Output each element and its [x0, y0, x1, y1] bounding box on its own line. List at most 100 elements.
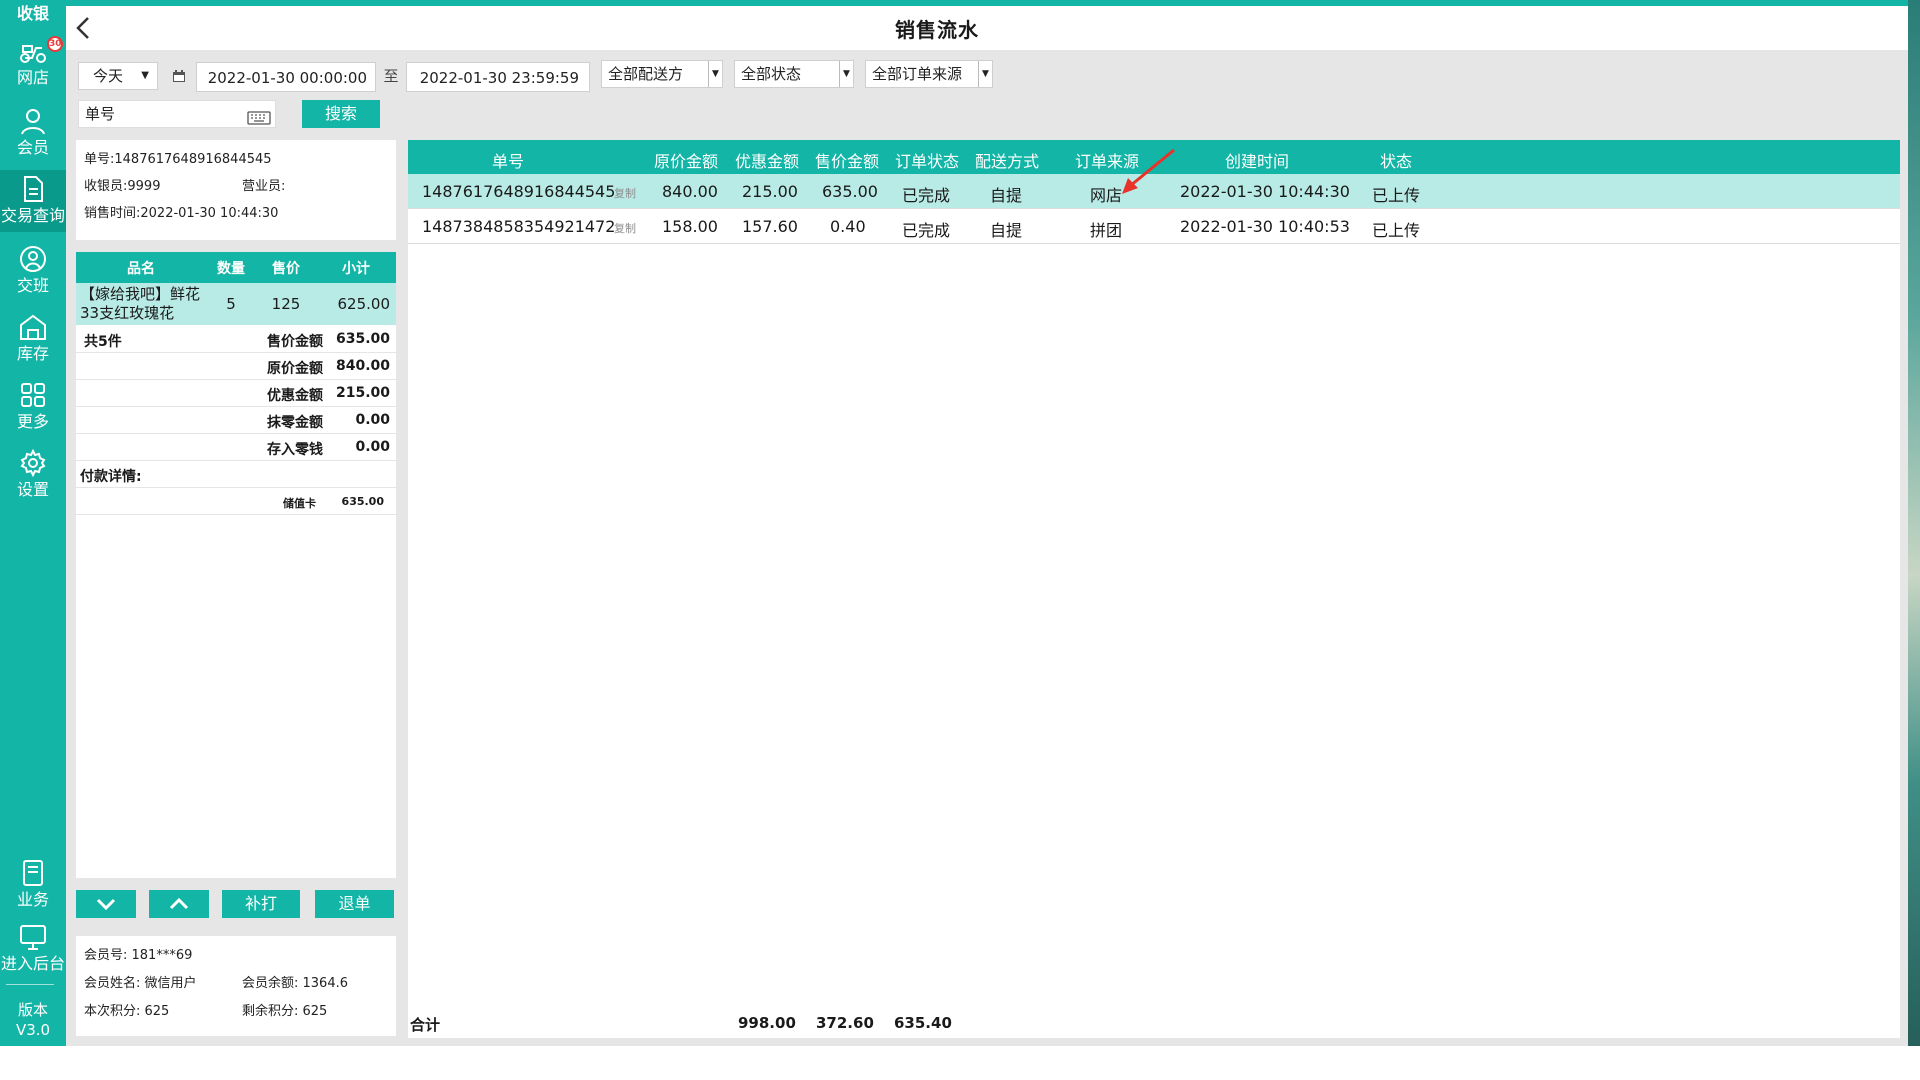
annotation-arrow-icon — [1122, 148, 1175, 194]
summary-value: 840.00 — [335, 358, 390, 374]
payment-row: 储值卡 635.00 — [76, 488, 396, 515]
totals-row: 合计 998.00 372.60 635.40 — [408, 1010, 1900, 1038]
column-header: 品名 — [127, 261, 155, 277]
member-balance: 会员余额: 1364.6 — [242, 976, 348, 991]
summary-row-rounding: 抹零金额 0.00 — [76, 407, 396, 434]
payment-amount: 635.00 — [341, 495, 384, 508]
column-header: 售价金额 — [815, 152, 880, 171]
column-header: 创建时间 — [1225, 152, 1290, 171]
source-cell: 拼团 — [1090, 221, 1123, 240]
sidebar-item-online-store[interactable]: 网店 30 — [0, 36, 66, 92]
column-header: 数量 — [217, 261, 245, 277]
item-subtotal: 625.00 — [337, 295, 391, 313]
order-no-cell: 1487384858354921472 — [422, 217, 616, 236]
order-info-panel: 单号:1487617648916844545 收银员:9999 营业员: 销售时… — [76, 140, 396, 240]
original-cell: 158.00 — [662, 217, 718, 236]
salesperson: 营业员: — [242, 179, 286, 194]
member-panel: 会员号: 181***69 会员姓名: 微信用户 会员余额: 1364.6 本次… — [76, 936, 396, 1036]
status-value: 全部状态 — [741, 65, 802, 83]
delivery-select[interactable]: 全部配送方 ▼ — [601, 60, 723, 88]
book-icon — [18, 858, 48, 888]
sidebar-item-backend[interactable]: 进入后台 — [0, 922, 66, 978]
summary-value: 0.00 — [355, 412, 390, 428]
order-no-input[interactable]: 单号 — [78, 100, 276, 128]
summary-label: 抹零金额 — [267, 415, 323, 431]
reprint-button[interactable]: 补打 — [222, 890, 300, 918]
sidebar-item-transactions[interactable]: 交易查询 — [0, 170, 66, 232]
calendar-icon[interactable] — [164, 62, 194, 90]
summary-label: 存入零钱 — [267, 442, 323, 458]
summary-label: 原价金额 — [267, 361, 323, 377]
summary-row-sale: 共5件 售价金额 635.00 — [76, 326, 396, 353]
period-value: 今天 — [93, 67, 124, 85]
item-row[interactable]: 【嫁给我吧】鲜花33支红玫瑰花 5 125 625.00 — [76, 283, 396, 325]
table-row[interactable]: 1487384858354921472 复制 158.00 157.60 0.4… — [408, 209, 1900, 244]
summary-label: 售价金额 — [267, 334, 323, 350]
dropdown-arrow-icon: ▼ — [708, 61, 722, 87]
gear-icon — [18, 448, 48, 478]
delivery-cell: 自提 — [990, 221, 1023, 240]
document-icon — [18, 174, 48, 204]
end-time-input[interactable]: 2022-01-30 23:59:59 — [406, 62, 590, 92]
column-header: 单号 — [492, 152, 525, 171]
summary-row-discount: 优惠金额 215.00 — [76, 380, 396, 407]
sidebar-item-shift[interactable]: 交班 — [0, 244, 66, 300]
sidebar-item-more[interactable]: 更多 — [0, 380, 66, 436]
keyboard-icon[interactable] — [247, 107, 271, 133]
summary-value: 635.00 — [335, 331, 390, 347]
order-status-cell: 已完成 — [902, 186, 951, 205]
sidebar-divider — [6, 984, 54, 985]
source-select[interactable]: 全部订单来源 ▼ — [865, 60, 993, 88]
refund-button[interactable]: 退单 — [315, 890, 394, 918]
sidebar-item-settings[interactable]: 设置 — [0, 448, 66, 504]
page-title: 销售流水 — [895, 18, 979, 42]
item-name: 【嫁给我吧】鲜花33支红玫瑰花 — [80, 285, 201, 322]
created-cell: 2022-01-30 10:40:53 — [1180, 217, 1350, 236]
payment-title-row: 付款详情: — [76, 461, 396, 488]
period-select[interactable]: 今天 ▼ — [78, 62, 158, 90]
member-number: 会员号: 181***69 — [84, 948, 193, 963]
start-time-input[interactable]: 2022-01-30 00:00:00 — [196, 62, 376, 92]
sidebar-item-label: 业务 — [16, 890, 49, 909]
sidebar-item-label: 库存 — [16, 344, 49, 363]
status-select[interactable]: 全部状态 ▼ — [734, 60, 854, 88]
order-number: 单号:1487617648916844545 — [84, 152, 272, 167]
summary-row-change: 存入零钱 0.00 — [76, 434, 396, 461]
column-header: 原价金额 — [654, 152, 719, 171]
dropdown-arrow-icon: ▼ — [978, 61, 992, 87]
sidebar-item-label: 交易查询 — [0, 206, 65, 225]
warehouse-icon — [18, 312, 48, 342]
summary-label: 优惠金额 — [267, 388, 323, 404]
total-label: 合计 — [410, 1016, 441, 1034]
scroll-up-button[interactable] — [149, 890, 209, 918]
sidebar-item-label: 会员 — [16, 138, 49, 157]
summary-value: 0.00 — [355, 439, 390, 455]
scroll-down-button[interactable] — [76, 890, 136, 918]
created-cell: 2022-01-30 10:44:30 — [1180, 182, 1350, 201]
total-sale: 635.40 — [894, 1014, 952, 1032]
status-cell: 已上传 — [1372, 186, 1421, 205]
sale-cell: 635.00 — [822, 182, 878, 201]
sidebar-item-member[interactable]: 会员 — [0, 106, 66, 162]
version-number: V3.0 — [15, 1021, 51, 1039]
column-header: 小计 — [342, 261, 370, 277]
sidebar-item-label: 进入后台 — [0, 954, 65, 973]
item-price: 125 — [271, 295, 301, 313]
sale-time: 销售时间:2022-01-30 10:44:30 — [84, 206, 279, 221]
search-button[interactable]: 搜索 — [302, 100, 380, 128]
sidebar: 收银 网店 30 会员 交易查询 交班 库存 更多 设置 业务 进入后台 版本 … — [0, 0, 66, 1046]
source-value: 全部订单来源 — [872, 65, 963, 83]
items-table-header: 品名 数量 售价 小计 — [76, 252, 396, 283]
copy-button[interactable]: 复制 — [614, 185, 636, 201]
delivery-value: 全部配送方 — [608, 65, 684, 83]
discount-cell: 215.00 — [742, 182, 798, 201]
sidebar-item-business[interactable]: 业务 — [0, 858, 66, 914]
sidebar-item-label: 设置 — [16, 480, 49, 499]
total-count: 共5件 — [84, 334, 122, 350]
order-status-cell: 已完成 — [902, 221, 951, 240]
user-icon — [18, 106, 48, 136]
sidebar-item-inventory[interactable]: 库存 — [0, 312, 66, 368]
payment-method: 储值卡 — [283, 497, 316, 510]
copy-button[interactable]: 复制 — [614, 220, 636, 236]
caret-down-icon: ▼ — [141, 70, 149, 81]
